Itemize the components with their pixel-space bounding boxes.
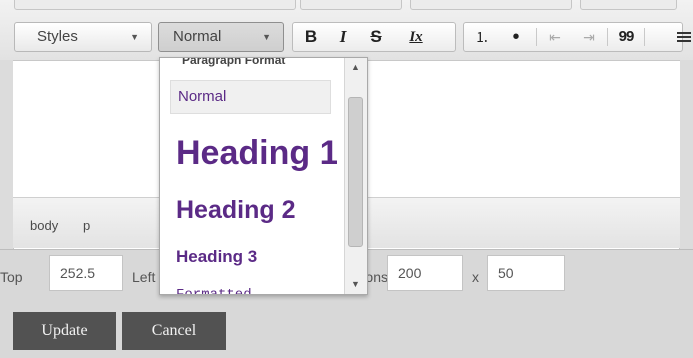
paragraph-format-dropdown: Paragraph Format Normal Heading 1 Headin… [159, 57, 368, 295]
blockquote-icon[interactable]: 99 [612, 22, 640, 52]
editor-frame-left [0, 60, 14, 249]
cancel-button[interactable]: Cancel [122, 312, 226, 350]
indent-icon[interactable]: ⇥ [575, 22, 603, 52]
scrollbar-thumb[interactable] [348, 97, 363, 247]
format-option-heading-2[interactable]: Heading 2 [170, 190, 337, 230]
format-option-heading-3[interactable]: Heading 3 [170, 242, 337, 272]
top-input[interactable] [49, 255, 123, 291]
format-option-formatted[interactable]: Formatted [170, 280, 337, 294]
width-input[interactable] [387, 255, 463, 291]
styles-combo[interactable]: Styles ▼ [14, 22, 152, 52]
toolbar-separator [607, 28, 608, 46]
bulleted-list-icon[interactable]: • [502, 22, 530, 52]
left-label: Left [132, 269, 156, 285]
update-button[interactable]: Update [13, 312, 116, 350]
editor-frame-right [679, 60, 693, 249]
path-item-body[interactable]: body [30, 218, 58, 233]
scroll-down-arrow-icon[interactable]: ▼ [351, 279, 360, 289]
toolbar-separator [644, 28, 645, 46]
numbered-list-icon[interactable]: ⒈ [468, 22, 496, 52]
format-option-normal[interactable]: Normal [170, 80, 331, 114]
toolbar-top-strip [0, 0, 693, 10]
height-input[interactable] [487, 255, 565, 291]
styles-combo-label: Styles [37, 28, 78, 45]
format-option-heading-1[interactable]: Heading 1 [170, 128, 337, 178]
dropdown-title: Paragraph Format [182, 57, 286, 67]
list-group [463, 22, 683, 52]
toolbar-separator [536, 28, 537, 46]
path-item-p[interactable]: p [83, 218, 90, 233]
outdent-icon[interactable]: ⇤ [541, 22, 569, 52]
top-label: Top [0, 269, 23, 285]
align-icon[interactable] [677, 22, 693, 52]
scroll-up-arrow-icon[interactable]: ▲ [351, 62, 360, 72]
chevron-down-icon: ▼ [130, 32, 139, 42]
italic-button[interactable]: I [329, 22, 357, 52]
format-combo[interactable]: Normal ▼ [158, 22, 284, 52]
x-label: x [472, 269, 479, 285]
chevron-down-icon: ▼ [262, 32, 271, 42]
editor-toolbar: Styles ▼ Normal ▼ B I S Ix ⒈ • ⇤ ⇥ 99 [0, 0, 693, 61]
dropdown-scrollbar[interactable]: ▲ ▼ [344, 58, 367, 294]
remove-format-button[interactable]: Ix [396, 22, 436, 52]
bold-button[interactable]: B [297, 22, 325, 52]
strikethrough-button[interactable]: S [362, 22, 390, 52]
format-combo-label: Normal [173, 28, 222, 45]
